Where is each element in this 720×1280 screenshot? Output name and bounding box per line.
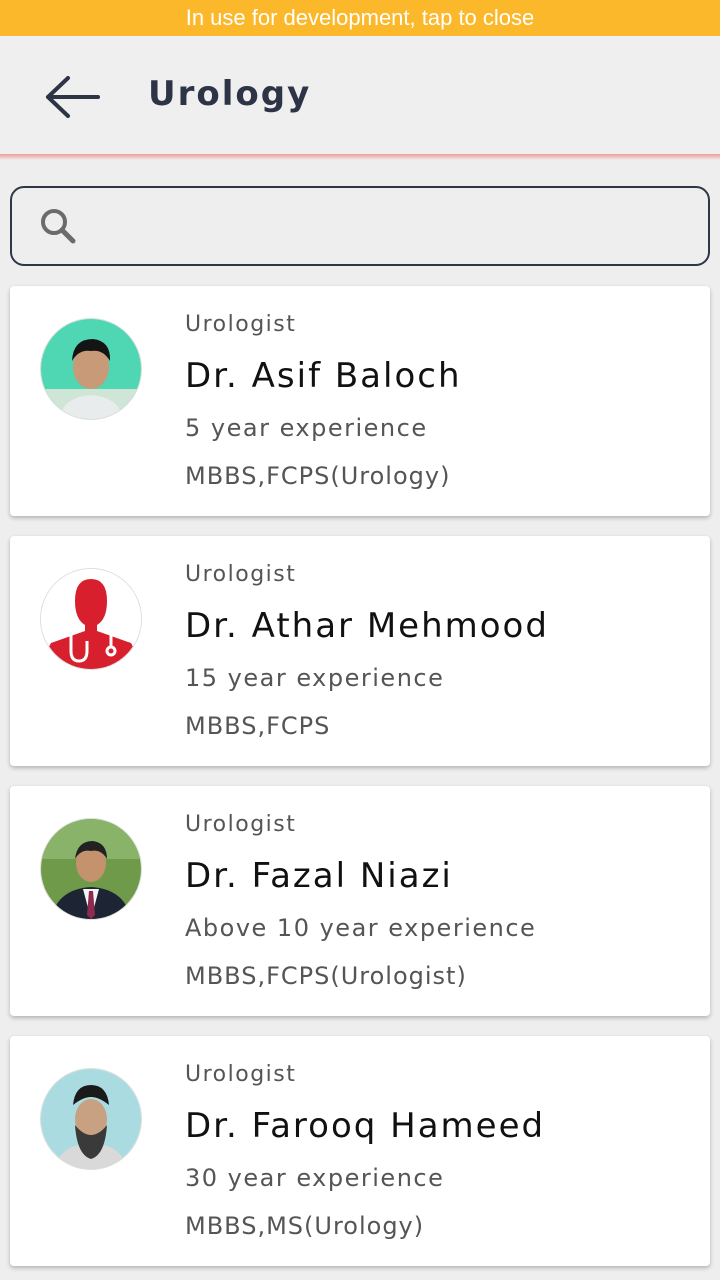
search-icon	[41, 209, 76, 244]
back-button[interactable]	[38, 72, 110, 122]
arrow-left-icon	[46, 76, 100, 118]
page-title: Urology	[148, 74, 312, 114]
doctor-experience: 30 year experience	[185, 1164, 445, 1192]
doctor-name: Dr. Farooq Hameed	[185, 1106, 546, 1146]
doctor-card[interactable]: Urologist Dr. Athar Mehmood 15 year expe…	[10, 536, 710, 766]
development-banner-text: In use for development, tap to close	[185, 5, 535, 30]
doctor-experience: Above 10 year experience	[185, 914, 537, 942]
doctor-avatar	[40, 818, 142, 920]
search-box[interactable]	[10, 186, 710, 266]
doctor-qualification: MBBS,FCPS(Urologist)	[185, 962, 467, 990]
doctor-photo	[41, 319, 141, 419]
doctor-name: Dr. Athar Mehmood	[185, 606, 549, 646]
doctor-specialty: Urologist	[185, 562, 297, 587]
doctor-specialty: Urologist	[185, 1062, 297, 1087]
doctor-experience: 15 year experience	[185, 664, 445, 692]
development-banner[interactable]: In use for development, tap to close	[0, 0, 720, 36]
doctor-avatar	[40, 318, 142, 420]
doctor-qualification: MBBS,FCPS(Urology)	[185, 462, 451, 490]
doctor-card[interactable]: Urologist Dr. Farooq Hameed 30 year expe…	[10, 1036, 710, 1266]
doctor-avatar	[40, 1068, 142, 1170]
doctor-qualification: MBBS,FCPS	[185, 712, 331, 740]
doctor-experience: 5 year experience	[185, 414, 428, 442]
doctor-specialty: Urologist	[185, 812, 297, 837]
doctor-card[interactable]: Urologist Dr. Fazal Niazi Above 10 year …	[10, 786, 710, 1016]
doctor-avatar	[40, 568, 142, 670]
doctor-qualification: MBBS,MS(Urology)	[185, 1212, 425, 1240]
app-bar-divider	[0, 154, 720, 160]
doctor-name: Dr. Asif Baloch	[185, 356, 462, 396]
doctor-placeholder-icon	[41, 569, 141, 669]
doctor-name: Dr. Fazal Niazi	[185, 856, 453, 896]
doctor-specialty: Urologist	[185, 312, 297, 337]
doctor-card[interactable]: Urologist Dr. Asif Baloch 5 year experie…	[10, 286, 710, 516]
doctor-photo	[41, 1069, 141, 1169]
search-input[interactable]	[92, 200, 696, 254]
doctor-photo	[41, 819, 141, 919]
app-bar: Urology	[0, 36, 720, 156]
